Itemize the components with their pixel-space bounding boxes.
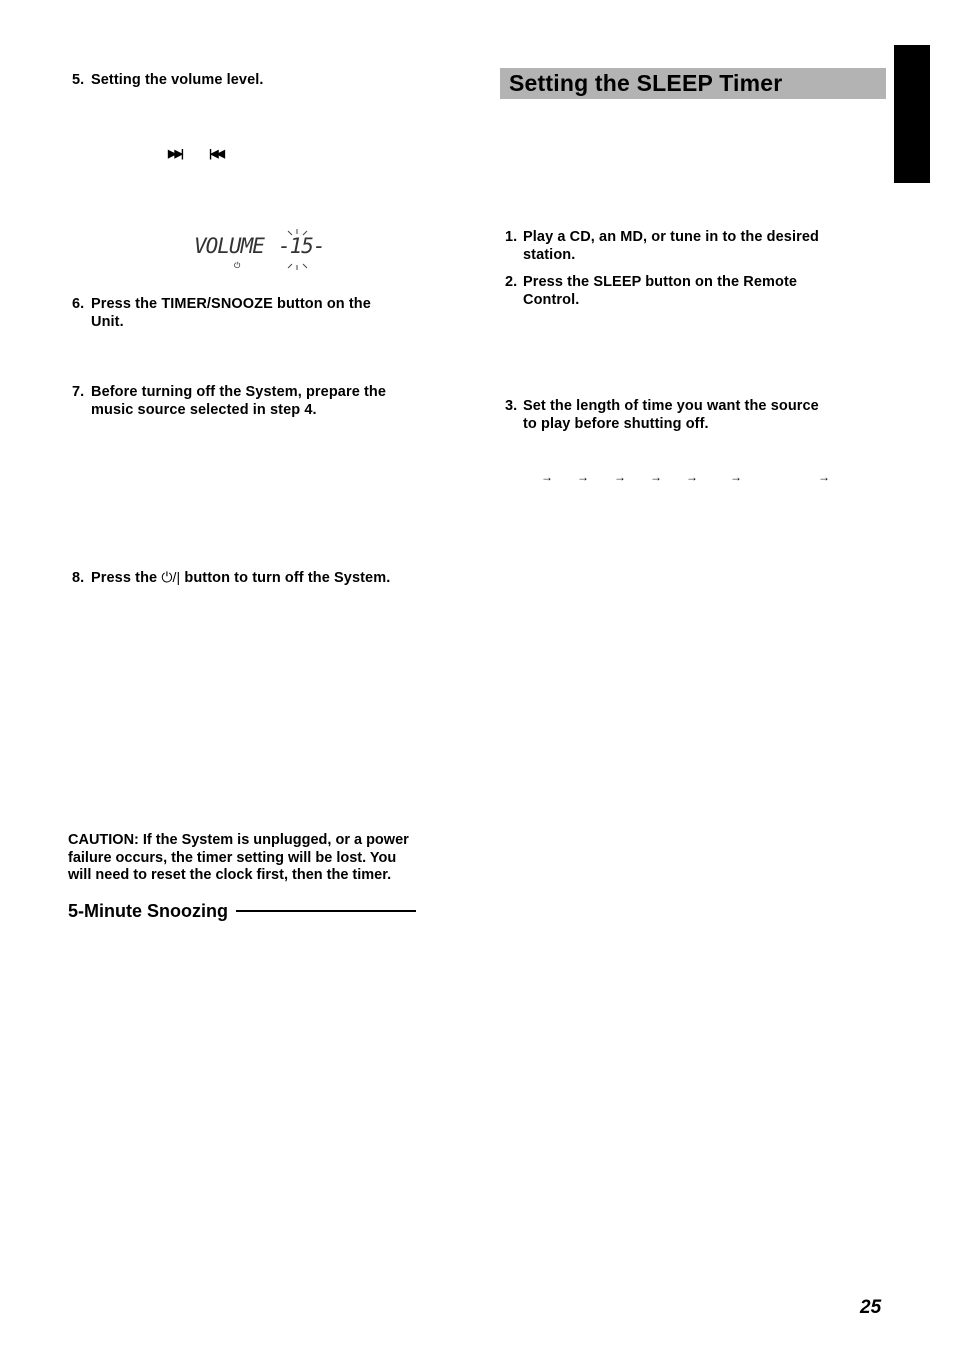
- blink-rays-icon: [287, 229, 308, 270]
- step-text-after: button to turn off the System.: [180, 570, 391, 586]
- step-7: 7. Before turning off the System, prepare…: [72, 383, 462, 419]
- caution-line: CAUTION: If the System is unplugged, or …: [68, 832, 409, 848]
- step-8: 8. Press the ⏻/| button to turn off the S…: [72, 568, 472, 587]
- step-number: 6.: [72, 296, 85, 312]
- step-text-line1: Set the length of time you want the sour…: [523, 398, 819, 414]
- sequence-arrow-icon: →: [577, 470, 589, 484]
- previous-track-icon: |◀◀: [209, 148, 225, 160]
- section-heading-snoozing: 5-Minute Snoozing: [68, 900, 468, 922]
- lcd-volume-display: VOLUME -15- ⏻: [190, 228, 330, 273]
- step-text-line1: Press the SLEEP button on the Remote: [523, 274, 798, 290]
- power-standby-icon: ⏻/|: [161, 569, 181, 585]
- sequence-arrow-icon: →: [650, 470, 662, 484]
- step-text-line2: Unit.: [91, 314, 124, 330]
- step-text-line2: to play before shutting off.: [523, 416, 709, 432]
- sleep-step-3: 3. Set the length of time you want the so…: [505, 397, 905, 433]
- caution-line: failure occurs, the timer setting will b…: [68, 849, 397, 866]
- sequence-arrow-icon: →: [818, 470, 830, 484]
- step-number: 5.: [72, 72, 85, 88]
- step-5: 5. Setting the volume level.: [72, 71, 264, 89]
- next-track-icon: ▶▶|: [168, 148, 184, 160]
- language-side-tab: [894, 45, 930, 183]
- sleep-step-1: 1. Play a CD, an MD, or tune in to the de…: [505, 228, 905, 264]
- caution-line: will need to reset the clock first, then…: [68, 867, 392, 883]
- step-number: 3.: [505, 398, 518, 414]
- step-6: 6. Press the TIMER/SNOOZE button on the U…: [72, 295, 462, 331]
- sequence-arrow-icon: →: [541, 470, 553, 484]
- page-title-bar: Setting the SLEEP Timer: [500, 68, 886, 99]
- step-text-line2: station.: [523, 247, 576, 263]
- sequence-arrow-icon: →: [686, 470, 698, 484]
- step-text-line2: music source selected in step 4.: [91, 402, 317, 418]
- sequence-arrow-icon: →: [614, 470, 626, 484]
- caution-note: CAUTION: If the System is unplugged, or …: [68, 832, 468, 885]
- step-text-line1: Press the TIMER/SNOOZE button on the: [91, 296, 371, 312]
- step-text: Setting the volume level.: [91, 72, 264, 88]
- heading-rule: [235, 910, 416, 913]
- step-number: 2.: [505, 274, 518, 290]
- step-text-before: Press the: [91, 570, 162, 586]
- section-heading-text: 5-Minute Snoozing: [68, 901, 228, 921]
- page-title: Setting the SLEEP Timer: [509, 70, 783, 96]
- sleep-step-2: 2. Press the SLEEP button on the Remote C…: [505, 273, 905, 309]
- step-number: 8.: [72, 570, 85, 586]
- timer-indicator-icon: ⏻: [234, 261, 241, 270]
- step-number: 1.: [505, 229, 518, 245]
- sequence-arrow-icon: →: [730, 470, 742, 484]
- step-text-line1: Before turning off the System, prepare t…: [91, 384, 387, 400]
- page-number: 25: [860, 1297, 882, 1318]
- step-text-line1: Play a CD, an MD, or tune in to the desi…: [523, 229, 819, 245]
- step-text-line2: Control.: [523, 292, 580, 308]
- step-number: 7.: [72, 384, 85, 400]
- lcd-volume-label: VOLUME: [194, 234, 265, 258]
